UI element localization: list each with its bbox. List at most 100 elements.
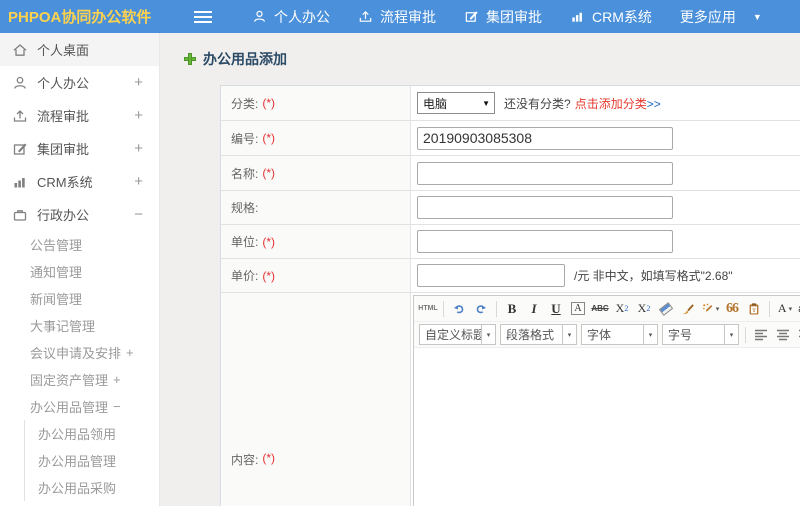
spec-input[interactable] [417, 196, 673, 219]
unit-input[interactable] [417, 230, 673, 253]
sidebar-item-workflow-approval[interactable]: 流程审批 + [0, 99, 159, 132]
add-supply-form: 分类: (*) 电脑 ▼ 还没有分类? 点击添加分类>> 编号: (*) 201… [220, 85, 800, 506]
field-label: 单价: (*) [221, 259, 411, 292]
required-mark: (*) [262, 268, 276, 283]
paste-as-text-button[interactable]: T [744, 299, 764, 319]
sidebar-item-label: 办公用品管理 [38, 454, 117, 469]
required-mark: (*) [262, 451, 276, 465]
expand-toggle[interactable]: + [134, 74, 143, 91]
paragraph-format-select[interactable]: 段落格式 ▾ [500, 324, 577, 345]
required-mark: (*) [262, 166, 276, 180]
nav-label: 集团审批 [486, 8, 542, 25]
sidebar-item-personal-desktop[interactable]: 个人桌面 [0, 33, 159, 66]
bold-button[interactable]: B [502, 299, 522, 319]
sidebar-item-notice-mgmt[interactable]: 通知管理 [0, 258, 159, 285]
nav-item-crm[interactable]: CRM系统 [570, 7, 652, 27]
redo-button[interactable] [471, 299, 491, 319]
blockquote-button[interactable]: 66 [722, 299, 742, 319]
sidebar-item-office-supplies-mgmt[interactable]: 办公用品管理 − [0, 393, 159, 420]
nav-item-more-apps[interactable]: 更多应用 ▼ [680, 7, 762, 27]
link-arrows: >> [646, 96, 661, 111]
app-logo: PHPOA协同办公软件 [8, 9, 152, 26]
form-row-content: 内容: (*) HTML B I U A ABC X 2 X 2 ▾ 66 T … [221, 293, 800, 506]
bar-chart-icon [570, 9, 585, 24]
home-icon [12, 42, 28, 58]
format-painter-button[interactable] [678, 299, 698, 319]
category-hint: 还没有分类? [504, 96, 571, 111]
strikethrough-button[interactable]: ABC [590, 299, 610, 319]
price-input[interactable] [417, 264, 565, 287]
underline-button[interactable]: U [546, 299, 566, 319]
editor-body[interactable] [414, 348, 800, 506]
code-input[interactable] [417, 126, 673, 150]
subscript-button[interactable]: X2 [634, 299, 654, 319]
sidebar-item-label: 个人办公 [37, 76, 90, 91]
editor-toolbar-row1: HTML B I U A ABC X2 X2 ▾ 66 T A ▾ [414, 296, 800, 322]
add-category-link[interactable]: 点击添加分类>> [575, 95, 661, 112]
field-label: 分类: (*) [221, 86, 411, 120]
editor-toolbar-row2: 自定义标题▾ 段落格式▾ 字体▾ 字号▾ ∞ [414, 322, 800, 348]
expand-toggle[interactable]: − [113, 399, 121, 414]
sidebar-item-label: CRM系统 [37, 175, 93, 190]
char-border-button[interactable]: A [568, 299, 588, 319]
sidebar-item-memorabilia-mgmt[interactable]: 大事记管理 [0, 312, 159, 339]
caret-down-icon: ▾ [724, 325, 738, 344]
nav-item-workflow-approval[interactable]: 流程审批 [358, 7, 436, 27]
sidebar-item-personal-office[interactable]: 个人办公 + [0, 66, 159, 99]
sidebar-item-label: 集团审批 [37, 142, 90, 157]
category-select[interactable]: 电脑 ▼ [417, 92, 495, 114]
align-right-button[interactable] [795, 325, 800, 345]
sidebar-item-admin-office[interactable]: 行政办公 − [0, 198, 159, 231]
upload-icon [12, 108, 28, 124]
sidebar-item-label: 公告管理 [30, 238, 83, 253]
caret-down-icon: ▾ [481, 325, 495, 344]
font-color-button[interactable]: A ▾ [775, 299, 795, 319]
upload-icon [358, 9, 373, 24]
form-row-spec: 规格: [221, 191, 800, 225]
caret-down-icon: ▾ [715, 305, 720, 313]
sidebar-item-crm[interactable]: CRM系统 + [0, 165, 159, 198]
font-size-select[interactable]: 字号 ▾ [662, 324, 739, 345]
sidebar-item-news-mgmt[interactable]: 新闻管理 [0, 285, 159, 312]
clipboard-icon: T [749, 302, 759, 315]
align-center-button[interactable] [773, 325, 793, 345]
form-row-price: 单价: (*) /元 非中文，如填写格式"2.68" [221, 259, 800, 293]
expand-toggle[interactable]: + [126, 345, 134, 360]
expand-toggle[interactable]: + [134, 173, 143, 190]
italic-button[interactable]: I [524, 299, 544, 319]
bar-chart-icon [12, 174, 28, 190]
superscript-button[interactable]: X2 [612, 299, 632, 319]
expand-toggle[interactable]: + [134, 140, 143, 157]
undo-button[interactable] [449, 299, 469, 319]
nav-item-personal-office[interactable]: 个人办公 [252, 7, 330, 27]
align-left-button[interactable] [751, 325, 771, 345]
expand-toggle[interactable]: − [134, 206, 143, 223]
form-row-name: 名称: (*) [221, 156, 800, 191]
remove-format-button[interactable] [656, 299, 676, 319]
user-icon [12, 75, 28, 91]
sidebar-item-group-approval[interactable]: 集团审批 + [0, 132, 159, 165]
briefcase-icon [12, 207, 28, 223]
sidebar-item-fixed-assets-mgmt[interactable]: 固定资产管理 + [0, 366, 159, 393]
nav-item-group-approval[interactable]: 集团审批 [464, 7, 542, 27]
custom-title-select[interactable]: 自定义标题 ▾ [419, 324, 496, 345]
sidebar-item-supplies-requisition[interactable]: 办公用品领用 [25, 420, 159, 447]
price-hint: /元 非中文，如填写格式"2.68" [574, 269, 733, 283]
caret-down-icon: ▾ [643, 325, 657, 344]
expand-toggle[interactable]: + [113, 372, 121, 387]
font-family-select[interactable]: 字体 ▾ [581, 324, 658, 345]
sidebar-item-meeting-request[interactable]: 会议申请及安排 + [0, 339, 159, 366]
sidebar-item-supplies-purchase[interactable]: 办公用品采购 [25, 474, 159, 501]
caret-down-icon: ▼ [752, 11, 762, 22]
edit-icon [12, 141, 28, 157]
source-code-button[interactable]: HTML [418, 299, 438, 319]
sidebar-item-announcement-mgmt[interactable]: 公告管理 [0, 231, 159, 258]
hamburger-icon[interactable] [194, 10, 212, 23]
sidebar-item-supplies-management[interactable]: 办公用品管理 [25, 447, 159, 474]
sidebar-item-label: 个人桌面 [37, 43, 90, 58]
auto-typeset-button[interactable]: ▾ [700, 299, 720, 319]
expand-toggle[interactable]: + [134, 107, 143, 124]
name-input[interactable] [417, 161, 673, 185]
category-select-value: 电脑 [423, 96, 448, 111]
sidebar-item-label: 流程审批 [37, 109, 90, 124]
